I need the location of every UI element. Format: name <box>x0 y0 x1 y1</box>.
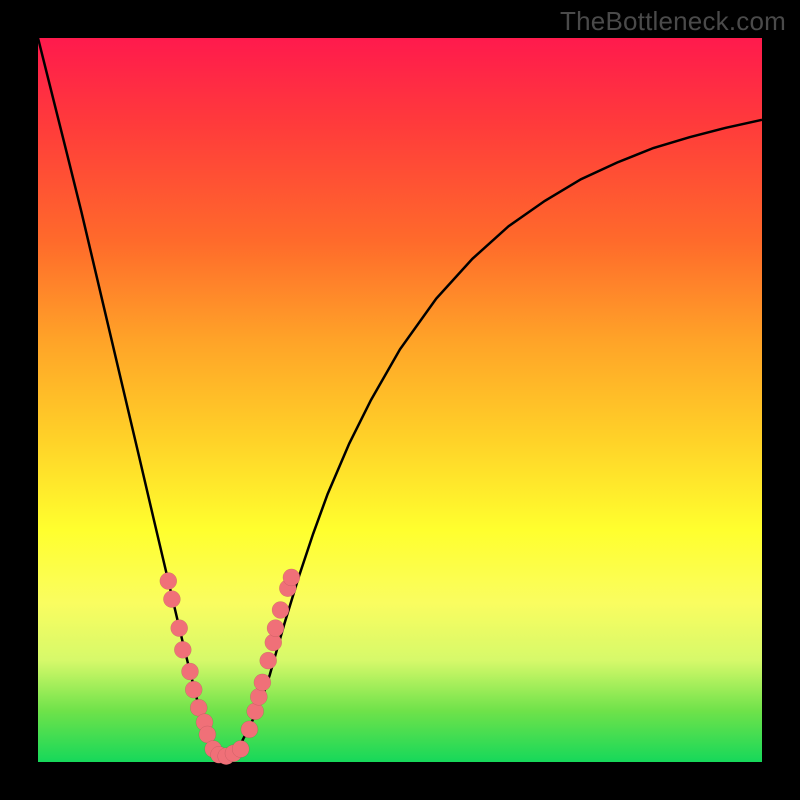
data-point <box>283 569 300 586</box>
data-point <box>163 591 180 608</box>
data-point <box>182 663 199 680</box>
data-point <box>241 721 258 738</box>
data-point <box>185 681 202 698</box>
data-point <box>174 641 191 658</box>
data-point <box>247 703 264 720</box>
data-point <box>250 688 267 705</box>
data-point <box>232 741 249 758</box>
data-point <box>272 602 289 619</box>
watermark-text: TheBottleneck.com <box>560 6 786 37</box>
data-point <box>267 620 284 637</box>
page-root: TheBottleneck.com <box>0 0 800 800</box>
scatter-points <box>160 569 300 765</box>
bottleneck-curve <box>38 38 762 755</box>
data-point <box>171 620 188 637</box>
data-point <box>260 652 277 669</box>
data-point <box>160 573 177 590</box>
plot-area <box>38 38 762 762</box>
data-point <box>254 674 271 691</box>
chart-svg <box>38 38 762 762</box>
